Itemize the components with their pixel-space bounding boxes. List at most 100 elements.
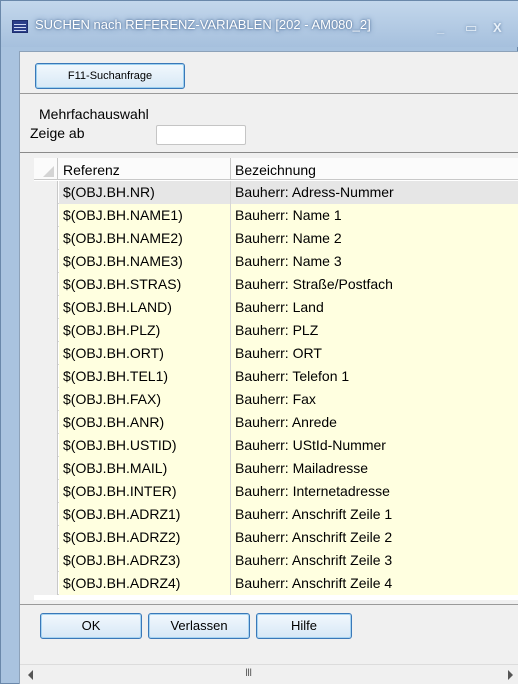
cell-referenz[interactable]: $(OBJ.BH.FAX) — [59, 388, 231, 411]
cell-bezeichnung[interactable]: Bauherr: PLZ — [231, 319, 518, 342]
cell-bezeichnung[interactable]: Bauherr: Anschrift Zeile 4 — [231, 572, 518, 595]
window-title: SUCHEN nach REFERENZ-VARIABLEN [202 - AM… — [35, 17, 371, 32]
title-bar[interactable]: SUCHEN nach REFERENZ-VARIABLEN [202 - AM… — [1, 1, 518, 47]
table-row[interactable]: $(OBJ.BH.NR) Bauherr: Adress-Nummer — [34, 181, 518, 204]
select-all-corner[interactable] — [34, 158, 58, 180]
row-selector[interactable] — [34, 319, 58, 342]
row-selector[interactable] — [34, 342, 58, 365]
row-selector[interactable] — [34, 273, 58, 296]
cell-bezeichnung[interactable]: Bauherr: Anschrift Zeile 2 — [231, 526, 518, 549]
row-selector[interactable] — [34, 457, 58, 480]
cell-referenz[interactable]: $(OBJ.BH.NAME2) — [59, 227, 231, 250]
cell-referenz[interactable]: $(OBJ.BH.ORT) — [59, 342, 231, 365]
table-row[interactable]: $(OBJ.BH.INTER) Bauherr: Internetadresse — [34, 480, 518, 503]
exit-button[interactable]: Verlassen — [148, 613, 250, 639]
minimize-icon[interactable]: _ — [437, 20, 444, 35]
cell-referenz[interactable]: $(OBJ.BH.NAME3) — [59, 250, 231, 273]
row-selector[interactable] — [34, 549, 58, 572]
table-row[interactable]: $(OBJ.BH.FAX) Bauherr: Fax — [34, 388, 518, 411]
cell-bezeichnung[interactable]: Bauherr: Internetadresse — [231, 480, 518, 503]
row-selector[interactable] — [34, 365, 58, 388]
cell-referenz[interactable]: $(OBJ.BH.ADRZ1) — [59, 503, 231, 526]
cell-referenz[interactable]: $(OBJ.BH.NAME1) — [59, 204, 231, 227]
cell-referenz[interactable]: $(OBJ.BH.PLZ) — [59, 319, 231, 342]
cell-referenz[interactable]: $(OBJ.BH.ADRZ3) — [59, 549, 231, 572]
cell-bezeichnung[interactable]: Bauherr: ORT — [231, 342, 518, 365]
row-selector[interactable] — [34, 388, 58, 411]
scroll-left-icon[interactable] — [28, 670, 33, 680]
row-selector[interactable] — [34, 503, 58, 526]
cell-referenz[interactable]: $(OBJ.BH.TEL1) — [59, 365, 231, 388]
ok-button[interactable]: OK — [40, 613, 142, 639]
cell-referenz[interactable]: $(OBJ.BH.NR) — [59, 181, 231, 204]
cell-bezeichnung[interactable]: Bauherr: Anschrift Zeile 1 — [231, 503, 518, 526]
cell-referenz[interactable]: $(OBJ.BH.INTER) — [59, 480, 231, 503]
row-selector[interactable] — [34, 250, 58, 273]
row-selector[interactable] — [34, 411, 58, 434]
table-row[interactable]: $(OBJ.BH.NAME3) Bauherr: Name 3 — [34, 250, 518, 273]
cell-bezeichnung[interactable]: Bauherr: Fax — [231, 388, 518, 411]
multi-select-label: Mehrfachauswahl — [39, 106, 149, 122]
table-row[interactable]: $(OBJ.BH.ORT) Bauherr: ORT — [34, 342, 518, 365]
cell-referenz[interactable]: $(OBJ.BH.ADRZ4) — [59, 572, 231, 595]
row-selector[interactable] — [34, 227, 58, 250]
table-row[interactable]: $(OBJ.BH.ADRZ1) Bauherr: Anschrift Zeile … — [34, 503, 518, 526]
scroll-right-icon[interactable] — [508, 670, 513, 680]
table-row[interactable]: $(OBJ.BH.TEL1) Bauherr: Telefon 1 — [34, 365, 518, 388]
cell-referenz[interactable]: $(OBJ.BH.ADRZ2) — [59, 526, 231, 549]
table-row[interactable]: $(OBJ.BH.ADRZ4) Bauherr: Anschrift Zeile … — [34, 572, 518, 595]
table-row[interactable]: $(OBJ.BH.ADRZ3) Bauherr: Anschrift Zeile … — [34, 549, 518, 572]
table-row[interactable]: $(OBJ.BH.ADRZ2) Bauherr: Anschrift Zeile … — [34, 526, 518, 549]
table-row[interactable]: $(OBJ.BH.PLZ) Bauherr: PLZ — [34, 319, 518, 342]
maximize-icon[interactable]: ▭ — [465, 20, 477, 36]
show-from-input[interactable] — [156, 125, 246, 145]
cell-bezeichnung[interactable]: Bauherr: Name 3 — [231, 250, 518, 273]
table-row[interactable]: $(OBJ.BH.MAIL) Bauherr: Mailadresse — [34, 457, 518, 480]
f11-search-query-button[interactable]: F11-Suchanfrage — [35, 63, 185, 89]
cell-bezeichnung[interactable]: Bauherr: Straße/Postfach — [231, 273, 518, 296]
app-window-icon — [12, 20, 28, 33]
cell-bezeichnung[interactable]: Bauherr: Anschrift Zeile 3 — [231, 549, 518, 572]
table-header: Referenz Bezeichnung — [34, 158, 518, 180]
cell-referenz[interactable]: $(OBJ.BH.ANR) — [59, 411, 231, 434]
row-selector[interactable] — [34, 526, 58, 549]
row-selector[interactable] — [34, 480, 58, 503]
table-row[interactable]: $(OBJ.BH.USTID) Bauherr: UStId-Nummer — [34, 434, 518, 457]
row-selector[interactable] — [34, 434, 58, 457]
column-header-bezeichnung[interactable]: Bezeichnung — [231, 158, 518, 180]
row-selector[interactable] — [34, 296, 58, 319]
dialog-button-bar: OK Verlassen Hilfe — [20, 604, 518, 648]
dialog-client-area: F11-Suchanfrage Mehrfachauswahl Zeige ab… — [19, 51, 518, 684]
table-row[interactable]: $(OBJ.BH.NAME1) Bauherr: Name 1 — [34, 204, 518, 227]
show-from-label: Zeige ab — [30, 125, 85, 141]
scroll-thumb-grip-icon[interactable]: III — [245, 667, 252, 679]
cell-referenz[interactable]: $(OBJ.BH.USTID) — [59, 434, 231, 457]
table-row[interactable]: $(OBJ.BH.STRAS) Bauherr: Straße/Postfach — [34, 273, 518, 296]
table-row[interactable]: $(OBJ.BH.NAME2) Bauherr: Name 2 — [34, 227, 518, 250]
close-icon[interactable]: X — [493, 20, 502, 35]
filter-panel: Mehrfachauswahl Zeige ab — [20, 95, 518, 153]
column-header-referenz[interactable]: Referenz — [59, 158, 231, 180]
search-dialog-window: SUCHEN nach REFERENZ-VARIABLEN [202 - AM… — [0, 0, 518, 684]
cell-referenz[interactable]: $(OBJ.BH.LAND) — [59, 296, 231, 319]
row-selector[interactable] — [34, 572, 58, 595]
cell-bezeichnung[interactable]: Bauherr: Mailadresse — [231, 457, 518, 480]
table-row[interactable]: $(OBJ.BH.ANR) Bauherr: Anrede — [34, 411, 518, 434]
horizontal-scrollbar[interactable]: III — [20, 664, 518, 684]
cell-bezeichnung[interactable]: Bauherr: Name 2 — [231, 227, 518, 250]
row-selector[interactable] — [34, 204, 58, 227]
cell-bezeichnung[interactable]: Bauherr: Telefon 1 — [231, 365, 518, 388]
cell-bezeichnung[interactable]: Bauherr: Adress-Nummer — [231, 181, 518, 204]
toolbar: F11-Suchanfrage — [20, 52, 518, 94]
table-body: $(OBJ.BH.NR) Bauherr: Adress-Nummer $(OBJ.… — [34, 181, 518, 595]
help-button[interactable]: Hilfe — [256, 613, 352, 639]
cell-referenz[interactable]: $(OBJ.BH.STRAS) — [59, 273, 231, 296]
cell-bezeichnung[interactable]: Bauherr: Land — [231, 296, 518, 319]
reference-variables-table: Referenz Bezeichnung $(OBJ.BH.NR) Bauherr… — [34, 158, 518, 600]
table-row[interactable]: $(OBJ.BH.LAND) Bauherr: Land — [34, 296, 518, 319]
row-selector[interactable] — [34, 181, 58, 204]
cell-referenz[interactable]: $(OBJ.BH.MAIL) — [59, 457, 231, 480]
cell-bezeichnung[interactable]: Bauherr: Name 1 — [231, 204, 518, 227]
cell-bezeichnung[interactable]: Bauherr: Anrede — [231, 411, 518, 434]
cell-bezeichnung[interactable]: Bauherr: UStId-Nummer — [231, 434, 518, 457]
